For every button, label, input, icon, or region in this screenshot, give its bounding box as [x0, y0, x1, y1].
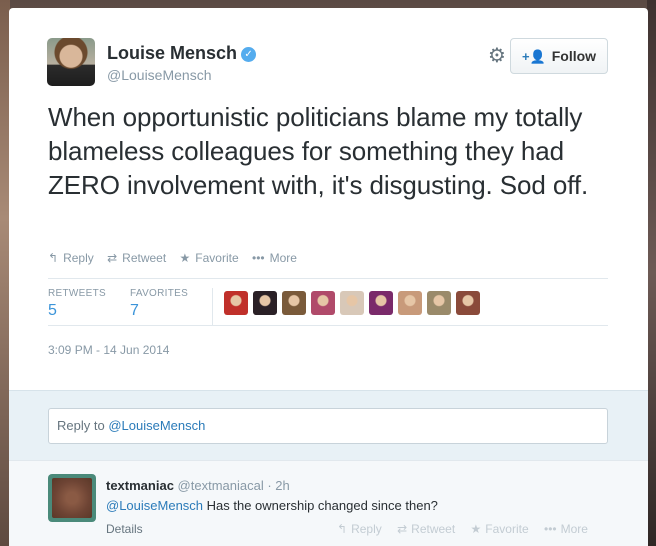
reply-prefix: Reply to — [57, 418, 109, 433]
reply-text-mention[interactable]: @LouiseMensch — [106, 498, 203, 513]
tweet-stats: RETWEETS 5 FAVORITES 7 — [48, 288, 608, 333]
follow-label: Follow — [551, 48, 597, 64]
favoriter-avatars — [224, 291, 485, 315]
author-avatar[interactable] — [47, 38, 95, 86]
retweet-icon: ⇄ — [397, 522, 408, 536]
favoriter-avatar[interactable] — [427, 291, 451, 315]
gear-icon[interactable]: ⚙ — [487, 46, 507, 66]
reply-author-handle[interactable]: @textmaniacal — [178, 478, 264, 493]
reply-time[interactable]: · 2h — [267, 478, 289, 493]
reply-text: @LouiseMensch Has the ownership changed … — [106, 498, 438, 513]
reply-more-label: More — [560, 522, 588, 536]
retweets-stat[interactable]: RETWEETS 5 — [48, 288, 106, 320]
favorite-label: Favorite — [195, 251, 239, 265]
reply-tweet[interactable]: textmaniac @textmaniacal · 2h @LouiseMen… — [9, 460, 648, 546]
reply-label: Reply — [63, 251, 94, 265]
retweets-label: RETWEETS — [48, 288, 106, 299]
divider — [48, 325, 608, 326]
author-handle[interactable]: @LouiseMensch — [107, 67, 212, 83]
verified-badge-icon: ✓ — [241, 47, 257, 62]
tweet-header: Louise Mensch ✓ @LouiseMensch ⚙ +👤 Follow — [47, 38, 608, 88]
author-name-text[interactable]: Louise Mensch — [107, 43, 237, 63]
background-right — [647, 0, 656, 546]
reply-more-action[interactable]: ••• More — [544, 522, 588, 536]
tweet-timestamp[interactable]: 3:09 PM - 14 Jun 2014 — [48, 343, 169, 357]
favoriter-avatar[interactable] — [398, 291, 422, 315]
reply-reply-action[interactable]: ↰ Reply — [337, 522, 382, 536]
stats-separator — [212, 288, 213, 325]
reply-compose-area: Reply to @LouiseMensch — [9, 390, 648, 460]
more-dots-icon: ••• — [544, 522, 557, 536]
favoriter-avatar[interactable] — [311, 291, 335, 315]
favoriter-avatar[interactable] — [253, 291, 277, 315]
reply-details-link[interactable]: Details — [106, 522, 143, 536]
reply-favorite-action[interactable]: ★ Favorite — [471, 522, 529, 536]
tweet-text: When opportunistic politicians blame my … — [48, 102, 589, 200]
favoriter-avatar[interactable] — [282, 291, 306, 315]
star-icon: ★ — [470, 522, 482, 536]
more-action[interactable]: ••• More — [252, 251, 297, 265]
star-icon: ★ — [179, 251, 191, 265]
tweet-actions: ↰ Reply ⇄ Retweet ★ Favorite ••• More — [48, 251, 307, 269]
reply-retweet-label: Retweet — [411, 522, 456, 536]
more-dots-icon: ••• — [252, 251, 265, 265]
retweet-action[interactable]: ⇄ Retweet — [107, 251, 166, 265]
author-name[interactable]: Louise Mensch ✓ — [107, 43, 257, 64]
follow-button[interactable]: +👤 Follow — [510, 38, 608, 74]
favorites-stat[interactable]: FAVORITES 7 — [130, 288, 188, 320]
tweet-card: Louise Mensch ✓ @LouiseMensch ⚙ +👤 Follow … — [9, 8, 648, 546]
reply-author-line: textmaniac @textmaniacal · 2h — [106, 478, 290, 493]
reply-author-avatar[interactable] — [48, 474, 96, 522]
favorites-count: 7 — [130, 302, 139, 319]
favoriter-avatar[interactable] — [456, 291, 480, 315]
reply-retweet-action[interactable]: ⇄ Retweet — [397, 522, 455, 536]
favorites-label: FAVORITES — [130, 288, 189, 299]
retweets-count: 5 — [48, 302, 57, 319]
favorite-action[interactable]: ★ Favorite — [180, 251, 239, 265]
reply-icon: ↰ — [48, 251, 59, 265]
favoriter-avatar[interactable] — [224, 291, 248, 315]
reply-text-body: Has the ownership changed since then? — [203, 498, 438, 513]
reply-favorite-label: Favorite — [485, 522, 529, 536]
reply-mention: @LouiseMensch — [108, 418, 206, 433]
favoriter-avatar[interactable] — [369, 291, 393, 315]
reply-avatar-image — [52, 478, 92, 518]
retweet-icon: ⇄ — [107, 251, 118, 265]
retweet-label: Retweet — [122, 251, 167, 265]
person-add-icon: +👤 — [521, 49, 546, 64]
divider — [48, 278, 608, 279]
favoriter-avatar[interactable] — [340, 291, 364, 315]
reply-input[interactable]: Reply to @LouiseMensch — [48, 408, 608, 444]
reply-icon: ↰ — [337, 522, 348, 536]
more-label: More — [269, 251, 297, 265]
reply-reply-label: Reply — [351, 522, 382, 536]
reply-action[interactable]: ↰ Reply — [48, 251, 94, 265]
reply-author-name[interactable]: textmaniac — [106, 478, 174, 493]
reply-actions: ↰ Reply ⇄ Retweet ★ Favorite ••• More — [337, 522, 600, 536]
